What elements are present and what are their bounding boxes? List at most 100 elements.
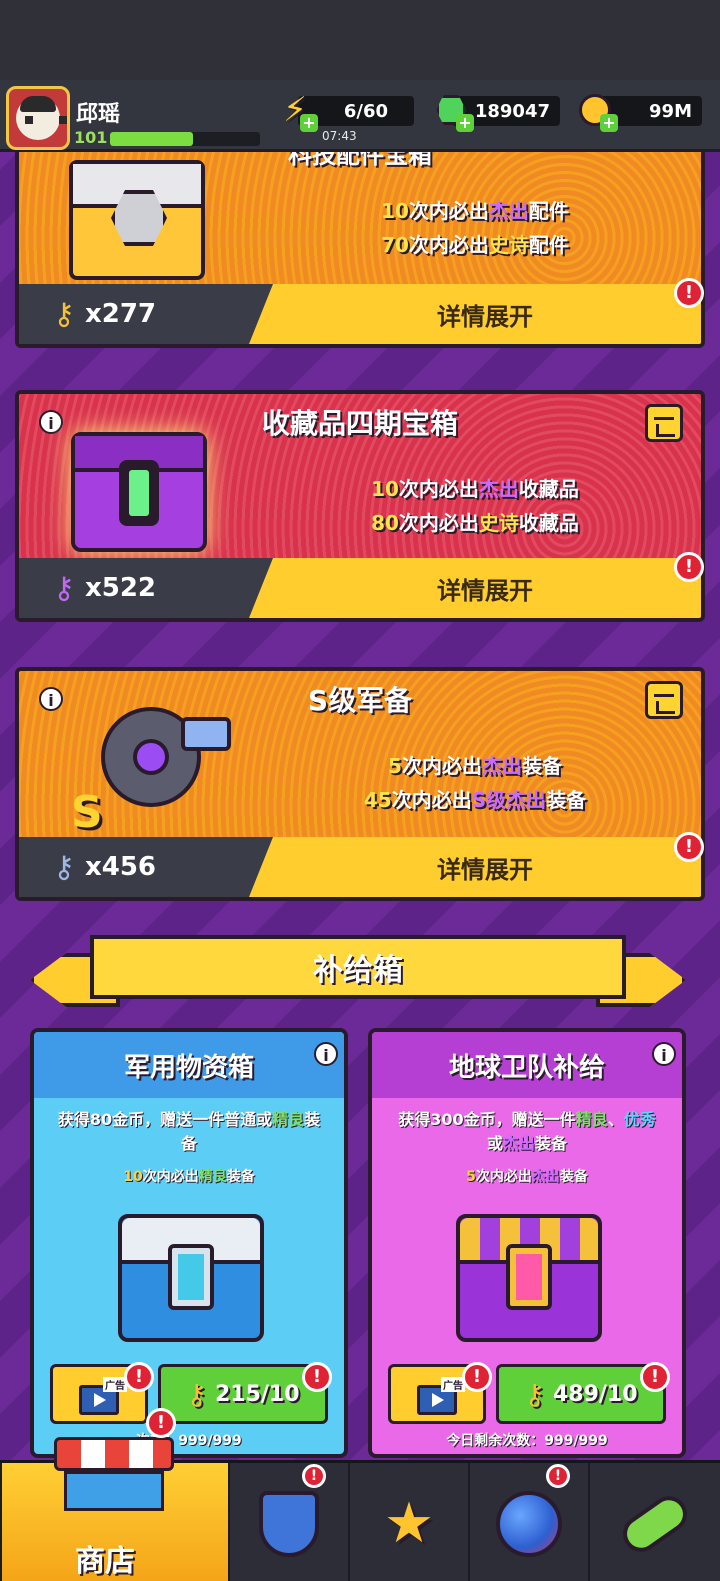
desc-rarity: 杰出 <box>502 1134 535 1153</box>
desc-text: 或 <box>486 1134 503 1153</box>
purple-chest-icon <box>71 432 207 552</box>
nav-shop[interactable]: 商店 <box>0 1437 228 1581</box>
details-expand-button[interactable]: 详情展开 <box>249 837 701 897</box>
guarantee-text: 次内必出 <box>391 788 472 812</box>
chest-guarantee-lines: 5次内必出杰出装备 45次内必出S级杰出装备 <box>249 749 701 817</box>
alert-badge: ! <box>124 1362 154 1392</box>
guarantee-rarity: 杰出 <box>481 754 522 778</box>
chest-guarantee-lines: 10次内必出杰出配件 70次内必出史诗配件 <box>249 194 701 262</box>
shop-stall-icon <box>54 1437 174 1517</box>
chest-footer: ⚷ x456 详情展开 <box>19 837 701 897</box>
key-cost: 215/10 <box>214 1381 300 1407</box>
guarantee-count: 10 <box>371 477 399 501</box>
gem-icon[interactable]: + <box>432 90 474 132</box>
supply-title: 军用物资箱 <box>34 1032 344 1098</box>
shield-badge-icon <box>259 1490 319 1557</box>
guarantee-count: 5 <box>388 754 402 778</box>
calendar-icon[interactable] <box>645 681 683 719</box>
desc-rarity: 优秀 <box>623 1110 656 1129</box>
energy-timer: 07:43 <box>322 129 357 143</box>
key-count-value: x456 <box>84 852 157 882</box>
details-expand-button[interactable]: 详情展开 <box>249 558 701 618</box>
chest-guarantee-lines: 10次内必出杰出收藏品 80次内必出史诗收藏品 <box>249 472 701 540</box>
guarantee-item: 配件 <box>528 233 569 257</box>
alert-badge: ! <box>674 278 704 308</box>
add-gems-icon[interactable]: + <box>456 114 474 132</box>
details-expand-button[interactable]: 详情展开 <box>249 284 701 344</box>
system-status-strip <box>0 0 720 80</box>
key-cost: 489/10 <box>552 1381 638 1407</box>
guarantee-rarity: 杰出 <box>531 1169 560 1185</box>
guarantee-text: 次内必出 <box>398 477 479 501</box>
guarantee-rarity: S级杰出 <box>471 788 547 812</box>
guarantee-item: 装备 <box>521 754 562 778</box>
desc-text: 获得300金币，赠送一件 <box>398 1110 576 1129</box>
guarantee-item: 装备 <box>546 788 587 812</box>
guarantee-text: 次内必出 <box>408 233 489 257</box>
key-icon: ⚷ <box>524 1377 545 1411</box>
supply-box-military: 军用物资箱 i 获得80金币，赠送一件普通或精良装备 10次内必出精良装备 广告… <box>30 1028 348 1458</box>
guarantee-rarity: 杰出 <box>488 199 529 223</box>
key-count-value: x277 <box>84 299 157 329</box>
player-level: 101 <box>74 128 108 147</box>
alert-badge: ! <box>462 1362 492 1392</box>
desc-text: 获得80金币，赠送一件普通或 <box>57 1110 273 1129</box>
coin-icon[interactable]: + <box>576 90 618 132</box>
alert-badge: ! <box>674 832 704 862</box>
guarantee-rarity: 史诗 <box>488 233 529 257</box>
add-coins-icon[interactable]: + <box>600 114 618 132</box>
supply-banner-title: 补给箱 <box>90 935 626 999</box>
key-count-value: x522 <box>84 573 157 603</box>
nav-lab[interactable] <box>588 1463 720 1581</box>
alert-badge: ! <box>146 1408 176 1438</box>
supply-guarantee: 10次内必出精良装备 <box>34 1166 344 1186</box>
info-icon[interactable]: i <box>652 1042 676 1066</box>
alert-badge: ! <box>302 1362 332 1392</box>
key-count: ⚷ x456 <box>53 847 156 887</box>
guarantee-item: 装备 <box>559 1169 588 1185</box>
supply-title: 地球卫队补给 <box>372 1032 682 1098</box>
guarantee-item: 装备 <box>226 1169 255 1185</box>
chest-card-s-armament: i S级军备 S 5次内必出杰出装备 45次内必出S级杰出装备 ⚷ x456 详… <box>15 667 705 901</box>
tech-chest-icon <box>69 160 205 280</box>
key-icon: ⚷ <box>186 1377 207 1411</box>
gold-key-icon: ⚷ <box>53 296 75 332</box>
xp-bar <box>110 132 260 146</box>
supply-box-earth-guard: 地球卫队补给 i 获得300金币，赠送一件精良、优秀或杰出装备 5次内必出杰出装… <box>368 1028 686 1458</box>
avatar[interactable] <box>6 86 70 150</box>
guarantee-item: 收藏品 <box>518 477 579 501</box>
calendar-icon[interactable] <box>645 404 683 442</box>
supply-description: 获得80金币，赠送一件普通或精良装备 <box>34 1098 344 1156</box>
nav-equipment[interactable] <box>228 1463 348 1581</box>
key-count: ⚷ x522 <box>53 568 156 608</box>
guarantee-rarity: 精良 <box>198 1169 227 1185</box>
info-icon[interactable]: i <box>314 1042 338 1066</box>
guarantee-item: 收藏品 <box>518 511 579 535</box>
purple-gold-chest-icon <box>456 1214 602 1342</box>
energy-value: 6/60 <box>343 100 388 122</box>
panda-avatar-icon <box>16 96 67 140</box>
guarantee-text: 次内必出 <box>408 199 489 223</box>
guarantee-rarity: 史诗 <box>478 511 519 535</box>
chest-card-tech: 科技配件宝箱 10次内必出杰出配件 70次内必出史诗配件 ⚷ x277 详情展开 <box>15 128 705 348</box>
player-name: 邱瑶 <box>76 102 121 127</box>
planet-icon <box>496 1490 562 1557</box>
guarantee-rarity: 杰出 <box>478 477 519 501</box>
chest-footer: ⚷ x277 详情展开 <box>19 284 701 344</box>
guarantee-count: 80 <box>371 511 399 535</box>
energy-bolt-icon[interactable]: ⚡ + <box>276 90 318 132</box>
guarantee-text: 次内必出 <box>398 511 479 535</box>
coins-value: 99M <box>649 100 692 122</box>
top-resource-bar: 邱瑶 101 6/60 ⚡ + 07:43 189047 + 99M + <box>0 80 720 152</box>
supply-guarantee: 5次内必出杰出装备 <box>372 1166 682 1186</box>
alert-badge: ! <box>674 552 704 582</box>
guarantee-text: 次内必出 <box>142 1169 199 1185</box>
gems-value: 189047 <box>474 100 550 122</box>
nav-world[interactable] <box>468 1463 588 1581</box>
nav-battle[interactable]: ★ <box>348 1463 468 1581</box>
desc-rarity: 精良 <box>575 1110 608 1129</box>
nav-shop-label: 商店 <box>75 1544 135 1579</box>
guarantee-count: 10 <box>123 1169 143 1185</box>
guarantee-count: 70 <box>381 233 409 257</box>
add-energy-icon[interactable]: + <box>300 114 318 132</box>
